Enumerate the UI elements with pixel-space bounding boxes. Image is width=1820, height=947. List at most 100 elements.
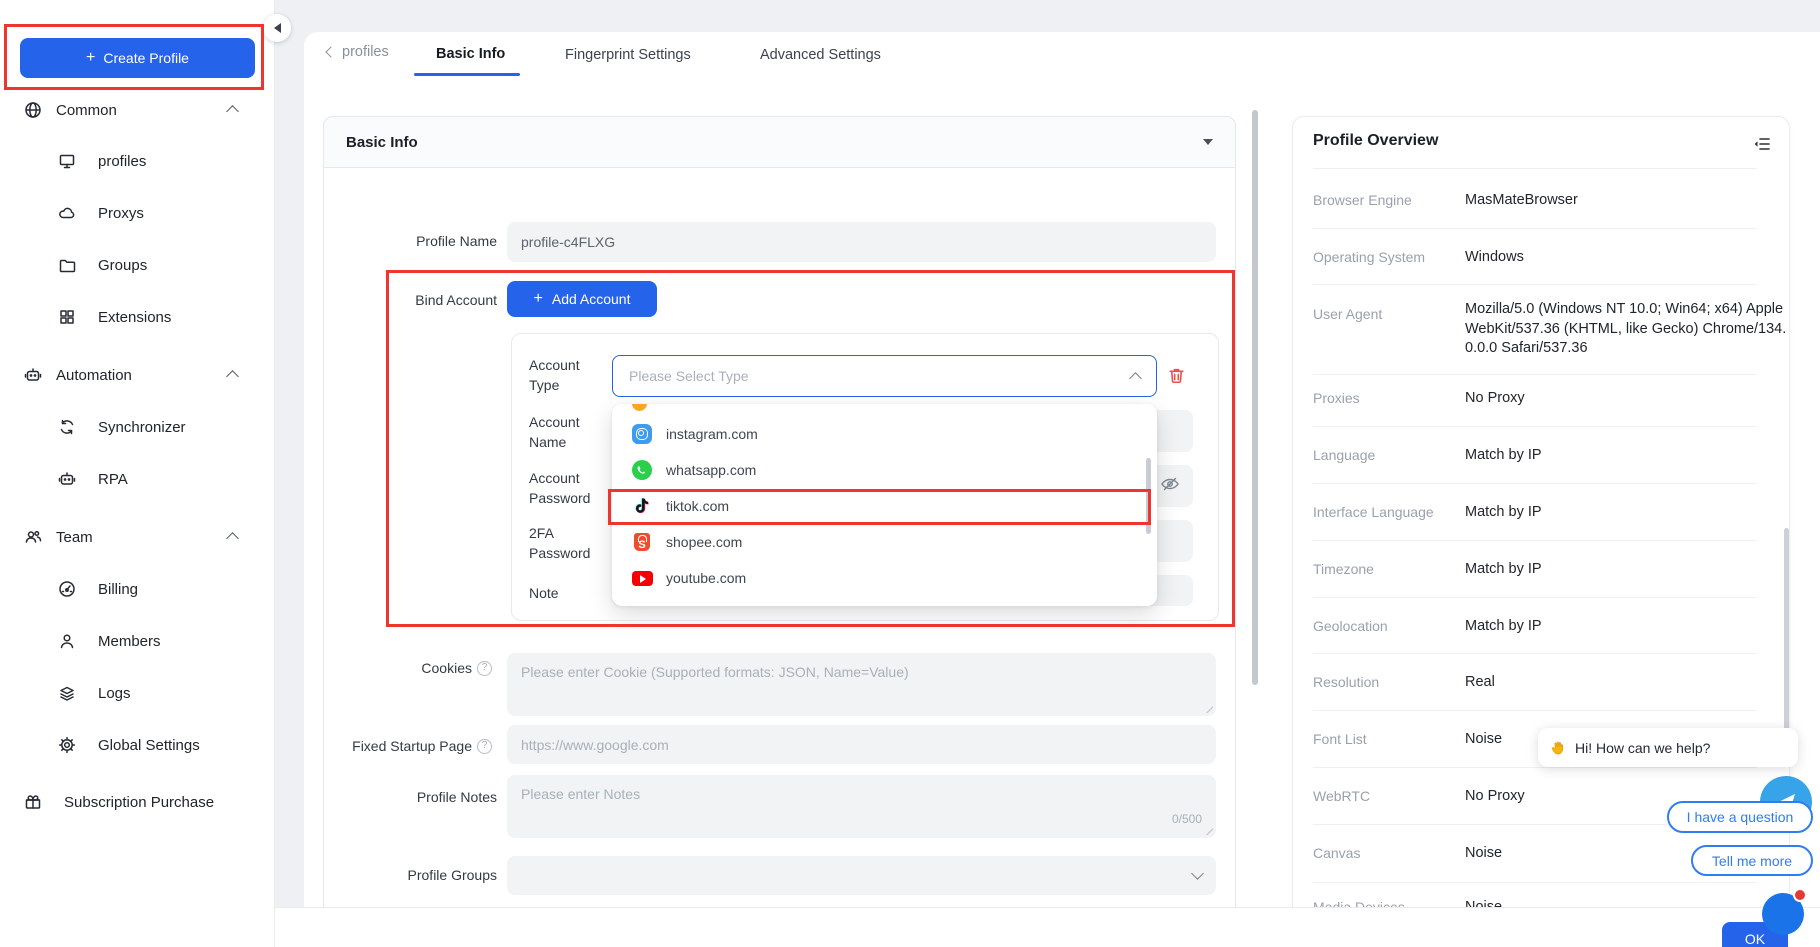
sidebar-item-label: Global Settings xyxy=(98,737,200,754)
sidebar-group-common[interactable]: Common xyxy=(0,95,275,125)
overview-row-label: User Agent xyxy=(1313,306,1463,322)
sidebar-item-proxys[interactable]: Proxys xyxy=(0,198,275,228)
sidebar-item-global-settings[interactable]: Global Settings xyxy=(0,730,275,760)
option-label: instagram.com xyxy=(666,426,758,442)
tab-advanced-settings[interactable]: Advanced Settings xyxy=(760,47,881,63)
sidebar-group-label: Automation xyxy=(56,367,132,384)
option-shopee[interactable]: S shopee.com xyxy=(612,524,1157,560)
sidebar-item-extensions[interactable]: Extensions xyxy=(0,302,275,332)
cookies-label: Cookies xyxy=(421,660,472,676)
divider xyxy=(1313,653,1757,654)
eye-slash-icon[interactable] xyxy=(1160,474,1180,494)
option-tiktok[interactable]: tiktok.com xyxy=(612,488,1157,524)
overview-row-value: MasMateBrowser xyxy=(1465,191,1795,211)
tiktok-icon xyxy=(632,496,652,516)
option-youtube[interactable]: youtube.com xyxy=(612,560,1157,596)
main-scrollbar[interactable] xyxy=(1252,110,1258,685)
plus-icon xyxy=(534,290,543,308)
sidebar-item-label: Extensions xyxy=(98,309,171,326)
cookies-textarea[interactable] xyxy=(507,653,1216,716)
tab-fingerprint-settings[interactable]: Fingerprint Settings xyxy=(565,47,691,63)
overview-row-value: Match by IP xyxy=(1465,617,1795,637)
option-label: tiktok.com xyxy=(666,498,729,514)
chevron-down-icon xyxy=(1191,867,1204,880)
panel-toggle-icon[interactable] xyxy=(1752,134,1772,154)
sidebar-item-label: RPA xyxy=(98,471,128,488)
option-label: shopee.com xyxy=(666,534,742,550)
sidebar-item-synchronizer[interactable]: Synchronizer xyxy=(0,412,275,442)
gear-icon xyxy=(58,736,76,754)
profile-overview-title: Profile Overview xyxy=(1313,132,1438,150)
sidebar-item-label: Proxys xyxy=(98,205,144,222)
profile-name-label: Profile Name xyxy=(330,233,497,249)
overview-row-value: Match by IP xyxy=(1465,503,1795,523)
tab-basic-info[interactable]: Basic Info xyxy=(436,46,505,62)
overview-row-label: Operating System xyxy=(1313,249,1463,265)
help-icon[interactable] xyxy=(477,661,492,676)
overview-row-value: Match by IP xyxy=(1465,446,1795,466)
overview-row-label: Geolocation xyxy=(1313,618,1463,634)
divider xyxy=(1313,710,1757,711)
add-account-label: Add Account xyxy=(552,291,631,307)
robot-icon xyxy=(58,470,76,488)
instagram-icon xyxy=(632,424,652,444)
add-account-button[interactable]: Add Account xyxy=(507,281,657,317)
account-type-label: Account Type xyxy=(529,355,609,395)
overview-row-value: Mozilla/5.0 (Windows NT 10.0; Win64; x64… xyxy=(1465,300,1795,359)
chat-greeting-bubble[interactable]: Hi! How can we help? xyxy=(1538,728,1798,767)
dropdown-scrollbar[interactable] xyxy=(1146,458,1151,534)
sidebar-group-automation[interactable]: Automation xyxy=(0,360,275,390)
profile-notes-textarea[interactable] xyxy=(507,775,1216,838)
sidebar-item-subscription-purchase[interactable]: Subscription Purchase xyxy=(0,787,275,817)
sidebar-item-label: Groups xyxy=(98,257,147,274)
sidebar-item-groups[interactable]: Groups xyxy=(0,250,275,280)
account-type-select[interactable]: Please Select Type xyxy=(612,355,1157,397)
chat-question-button[interactable]: I have a question xyxy=(1667,801,1813,833)
chat-tell-me-more-button[interactable]: Tell me more xyxy=(1691,845,1813,876)
sidebar-item-rpa[interactable]: RPA xyxy=(0,464,275,494)
sidebar-collapse-button[interactable] xyxy=(263,14,291,42)
sidebar-item-members[interactable]: Members xyxy=(0,626,275,656)
chevron-up-icon xyxy=(226,370,239,383)
fixed-startup-page-input[interactable] xyxy=(507,725,1216,764)
cookies-field-wrap xyxy=(507,653,1216,716)
chat-greeting-text: Hi! How can we help? xyxy=(1575,740,1710,756)
help-icon[interactable] xyxy=(477,739,492,754)
basic-info-card-header[interactable]: Basic Info xyxy=(323,116,1236,168)
chevron-left-icon xyxy=(325,46,336,57)
notes-field-wrap: 0/500 xyxy=(507,775,1216,838)
overview-row-label: Proxies xyxy=(1313,390,1463,406)
overview-scrollbar[interactable] xyxy=(1784,528,1789,743)
overview-row-label: Language xyxy=(1313,447,1463,463)
divider xyxy=(1313,228,1757,229)
overview-row-label: Resolution xyxy=(1313,674,1463,690)
profile-groups-select[interactable] xyxy=(507,856,1216,895)
notes-char-counter: 0/500 xyxy=(1172,812,1202,826)
sidebar-group-label: Common xyxy=(56,102,117,119)
back-to-profiles-link[interactable]: profiles xyxy=(327,44,389,60)
option-whatsapp[interactable]: whatsapp.com xyxy=(612,452,1157,488)
sidebar-item-profiles[interactable]: profiles xyxy=(0,146,275,176)
sidebar-item-billing[interactable]: Billing xyxy=(0,574,275,604)
delete-account-trash-icon[interactable] xyxy=(1167,366,1186,385)
create-profile-button[interactable]: Create Profile xyxy=(20,38,255,78)
sidebar-item-label: Logs xyxy=(98,685,131,702)
twofa-password-label: 2FA Password xyxy=(529,523,609,563)
option-instagram[interactable]: instagram.com xyxy=(612,416,1157,452)
cookies-label-row: Cookies xyxy=(330,660,492,676)
divider xyxy=(1313,540,1757,541)
sidebar-item-logs[interactable]: Logs xyxy=(0,678,275,708)
shopee-icon: S xyxy=(632,532,652,552)
grid-icon xyxy=(58,308,76,326)
footer-bar xyxy=(275,908,1820,947)
overview-row-value: Windows xyxy=(1465,248,1795,268)
sidebar-group-team[interactable]: Team xyxy=(0,522,275,552)
collapse-left-icon xyxy=(274,23,281,33)
select-placeholder: Please Select Type xyxy=(629,368,749,384)
account-name-label: Account Name xyxy=(529,412,609,452)
divider xyxy=(1313,483,1757,484)
profile-name-input[interactable] xyxy=(507,222,1216,262)
plus-icon xyxy=(86,49,95,67)
globe-icon xyxy=(24,101,42,119)
back-label: profiles xyxy=(342,44,389,60)
